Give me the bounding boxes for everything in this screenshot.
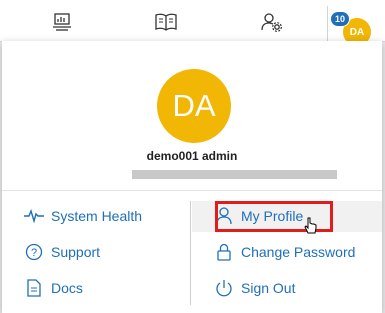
profile-email-redacted [132, 170, 337, 179]
menu-item-label: Sign Out [241, 280, 296, 296]
pulse-icon [24, 206, 44, 226]
menu-item-system-health[interactable]: System Health [24, 201, 142, 231]
profile-avatar: DA [157, 69, 231, 143]
column-divider [190, 201, 191, 305]
mouse-pointer-icon [304, 217, 318, 240]
menu-item-label: System Health [51, 208, 143, 224]
top-divider [327, 6, 328, 42]
divider [2, 190, 382, 191]
top-bar: DA 10 [0, 0, 385, 46]
menu-item-support[interactable]: ? Support [24, 237, 100, 267]
dashboard-icon[interactable] [50, 10, 74, 34]
user-settings-icon[interactable] [260, 10, 284, 34]
power-icon [214, 278, 234, 298]
book-icon[interactable] [154, 10, 178, 34]
menu-item-label: Change Password [241, 244, 356, 260]
user-dropdown-panel: DA demo001 admin System Health ? Support… [2, 41, 382, 313]
document-icon [24, 278, 44, 298]
menu-item-docs[interactable]: Docs [24, 273, 83, 303]
svg-text:?: ? [31, 247, 37, 259]
menu-item-label: Docs [51, 280, 83, 296]
lock-icon [214, 242, 234, 262]
profile-name: demo001 admin [146, 149, 238, 163]
menu-item-sign-out[interactable]: Sign Out [214, 273, 295, 303]
question-circle-icon: ? [24, 242, 44, 262]
menu-item-label: Support [51, 244, 101, 260]
notification-badge: 10 [330, 11, 351, 27]
menu-item-change-password[interactable]: Change Password [214, 237, 355, 267]
